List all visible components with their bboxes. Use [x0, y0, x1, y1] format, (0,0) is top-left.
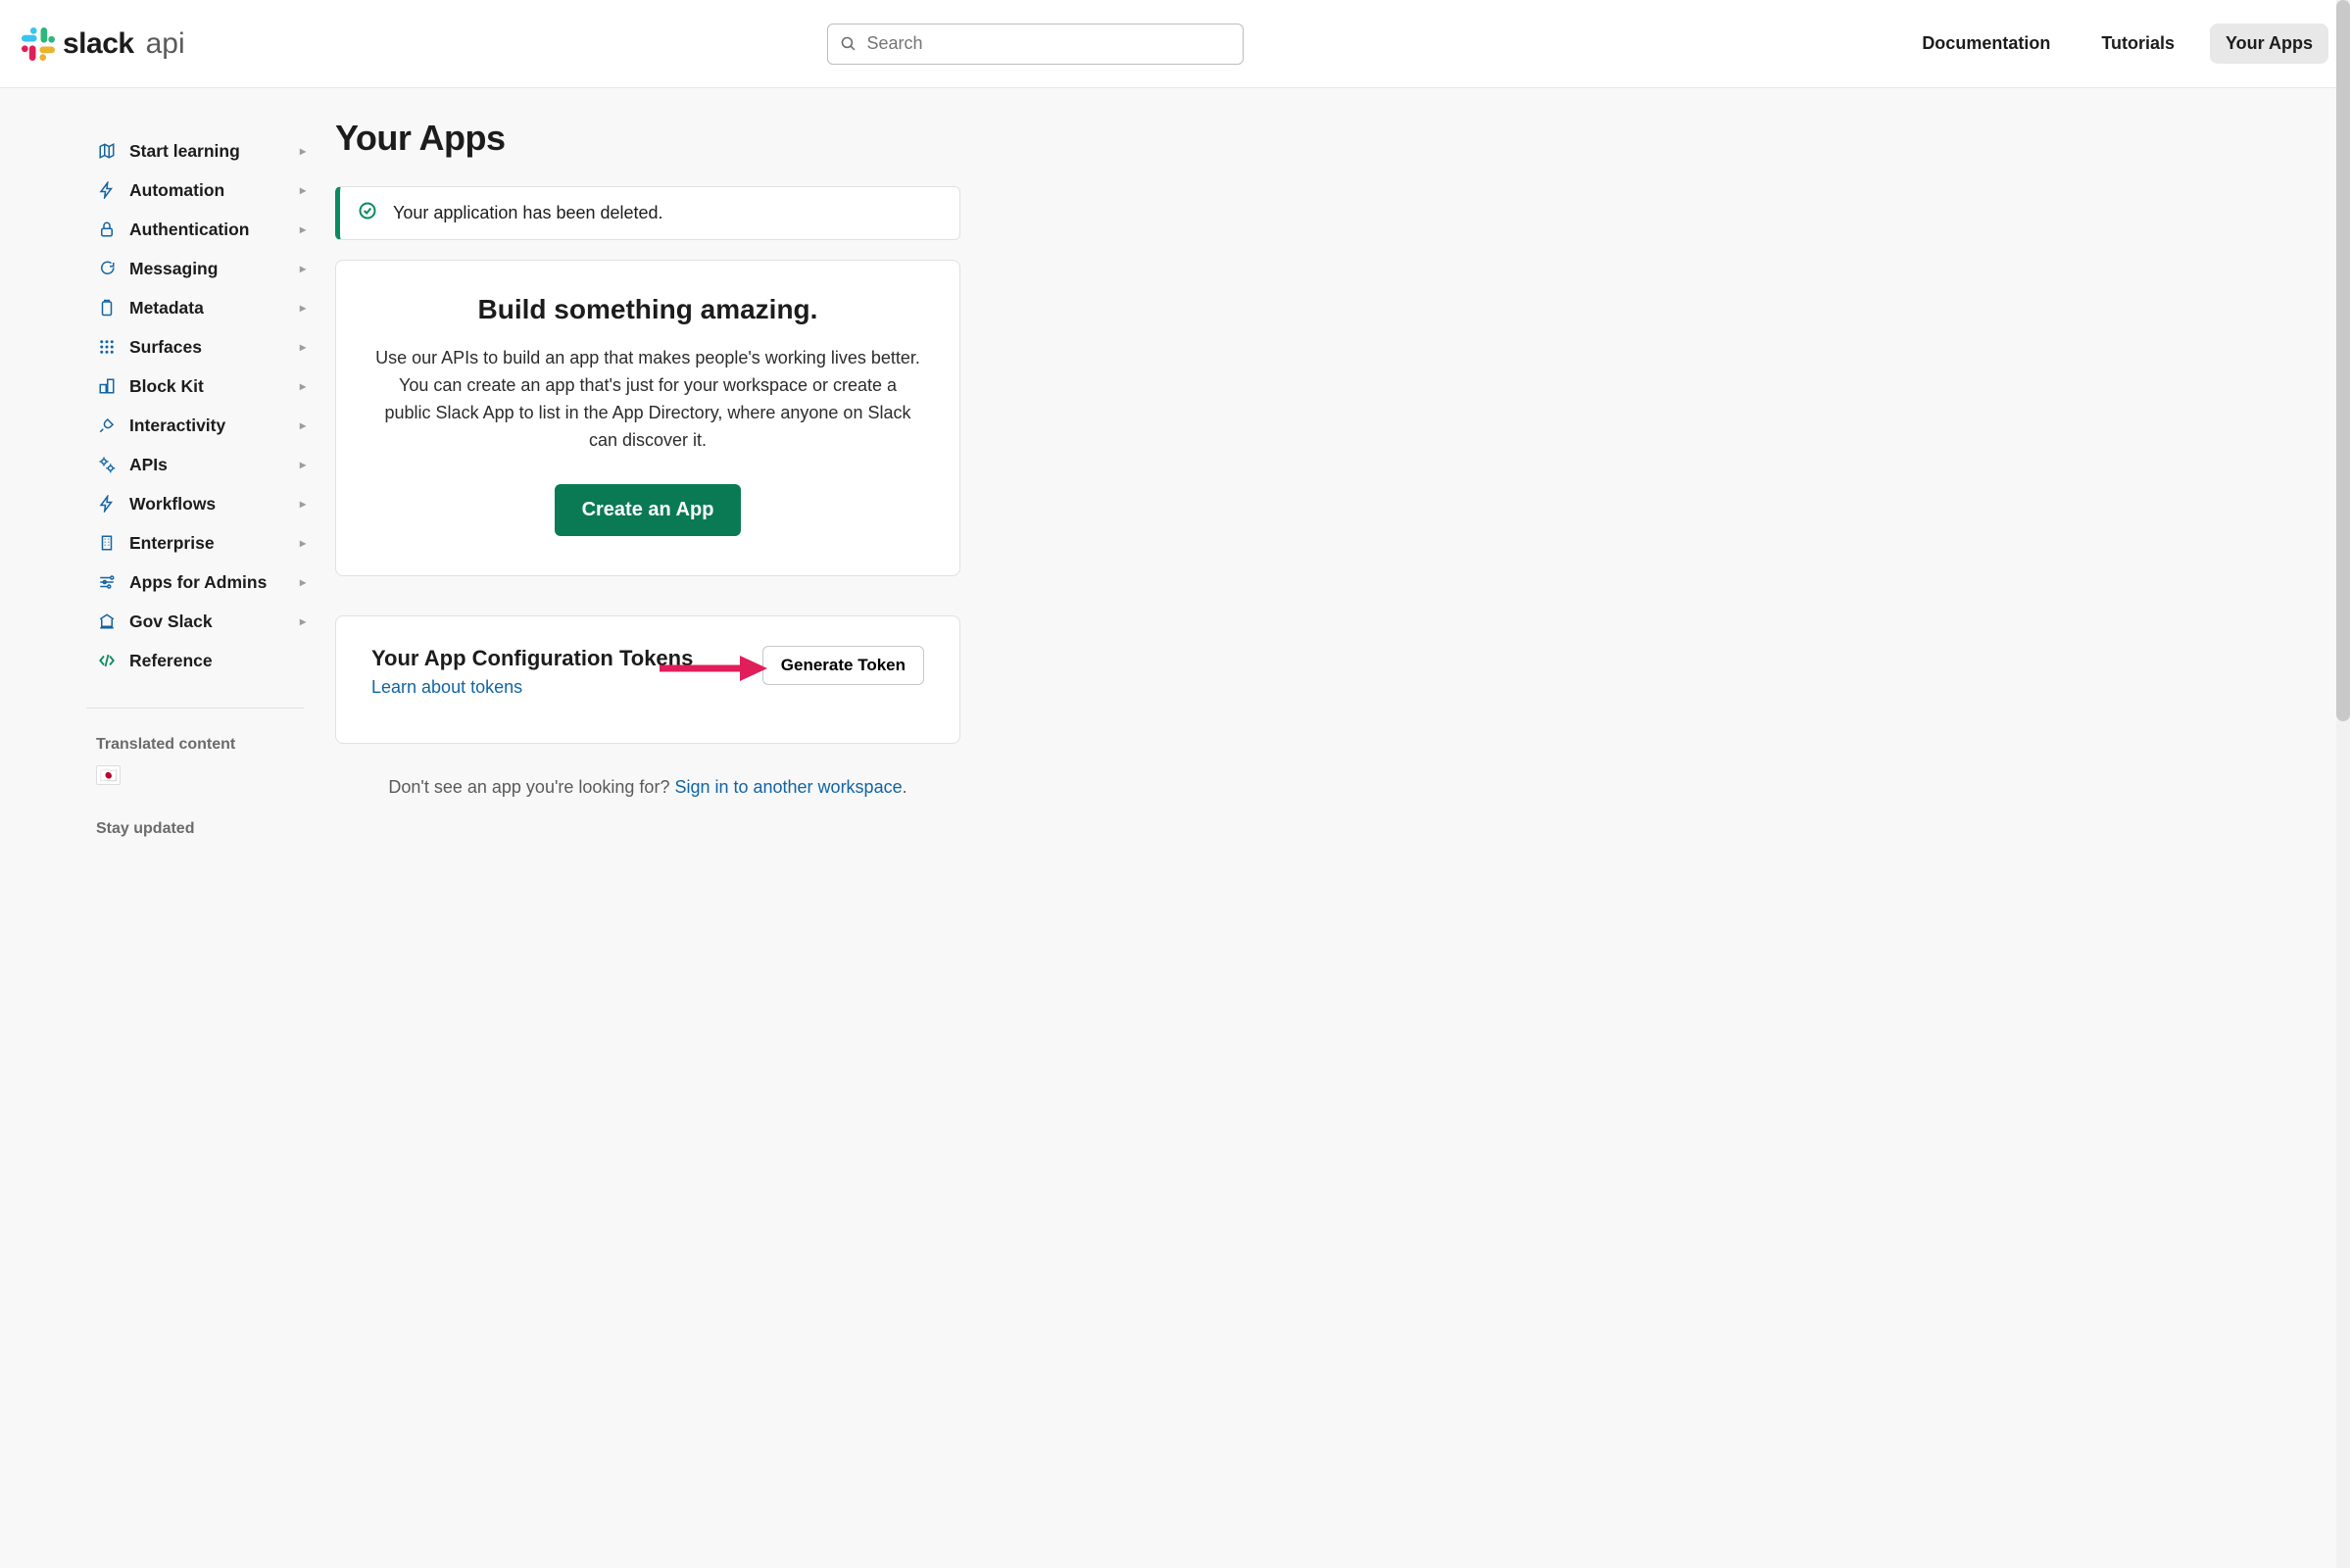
chevron-right-icon: ▸ [300, 144, 306, 158]
top-nav: Documentation Tutorials Your Apps [1906, 24, 2328, 64]
chevron-right-icon: ▸ [300, 183, 306, 197]
chevron-right-icon: ▸ [300, 497, 306, 511]
sidebar: Start learning ▸ Automation ▸ Authentica… [0, 88, 314, 891]
clipboard-icon [96, 299, 118, 317]
stay-updated-heading: Stay updated [96, 820, 314, 838]
chevron-right-icon: ▸ [300, 458, 306, 471]
chevron-right-icon: ▸ [300, 222, 306, 236]
sidebar-item-authentication[interactable]: Authentication ▸ [96, 210, 314, 249]
chevron-right-icon: ▸ [300, 575, 306, 589]
search-container [827, 24, 1244, 65]
gears-icon [96, 456, 118, 473]
hero-body: Use our APIs to build an app that makes … [375, 345, 920, 455]
footer-text-after: . [903, 777, 907, 797]
sidebar-item-automation[interactable]: Automation ▸ [96, 171, 314, 210]
chevron-right-icon: ▸ [300, 379, 306, 393]
chat-icon [96, 260, 118, 277]
brand-sub: api [146, 27, 185, 61]
bolt-icon [96, 181, 118, 199]
sidebar-item-apis[interactable]: APIs ▸ [96, 445, 314, 484]
search-icon [840, 35, 857, 52]
gov-icon [96, 612, 118, 630]
nav-documentation[interactable]: Documentation [1906, 24, 2066, 64]
search-input[interactable] [866, 33, 1231, 54]
search-box[interactable] [827, 24, 1244, 65]
sidebar-item-label: Authentication [129, 220, 250, 240]
check-circle-icon [358, 201, 377, 225]
sidebar-item-label: Reference [129, 651, 213, 671]
tokens-heading: Your App Configuration Tokens [371, 646, 693, 671]
hero-heading: Build something amazing. [375, 294, 920, 325]
locale-flag-jp[interactable]: 🇯🇵 [96, 765, 121, 785]
learn-about-tokens-link[interactable]: Learn about tokens [371, 677, 522, 697]
sidebar-item-block-kit[interactable]: Block Kit ▸ [96, 367, 314, 406]
nav-your-apps[interactable]: Your Apps [2210, 24, 2328, 64]
sidebar-item-label: Automation [129, 180, 224, 201]
sidebar-item-label: Apps for Admins [129, 572, 267, 593]
sidebar-item-label: Block Kit [129, 376, 204, 397]
chevron-right-icon: ▸ [300, 262, 306, 275]
chevron-right-icon: ▸ [300, 301, 306, 315]
chevron-right-icon: ▸ [300, 536, 306, 550]
sliders-icon [96, 573, 118, 591]
footer-line: Don't see an app you're looking for? Sig… [335, 777, 960, 798]
chevron-right-icon: ▸ [300, 340, 306, 354]
map-icon [96, 142, 118, 160]
chevron-right-icon: ▸ [300, 418, 306, 432]
brand[interactable]: slack api [22, 27, 185, 61]
sidebar-item-interactivity[interactable]: Interactivity ▸ [96, 406, 314, 445]
sidebar-item-label: Gov Slack [129, 612, 213, 632]
sidebar-item-enterprise[interactable]: Enterprise ▸ [96, 523, 314, 563]
sidebar-item-gov-slack[interactable]: Gov Slack ▸ [96, 602, 314, 641]
sidebar-item-label: Enterprise [129, 533, 215, 554]
nav-tutorials[interactable]: Tutorials [2085, 24, 2190, 64]
bolt-icon [96, 495, 118, 513]
alert-text: Your application has been deleted. [393, 203, 663, 223]
sidebar-item-label: Workflows [129, 494, 216, 514]
grid-icon [96, 338, 118, 356]
sidebar-divider [86, 708, 304, 709]
sidebar-item-label: Metadata [129, 298, 204, 318]
sidebar-item-label: Interactivity [129, 416, 225, 436]
tokens-card: Your App Configuration Tokens Learn abou… [335, 615, 960, 744]
sidebar-item-surfaces[interactable]: Surfaces ▸ [96, 327, 314, 367]
lock-icon [96, 220, 118, 238]
sidebar-item-apps-for-admins[interactable]: Apps for Admins ▸ [96, 563, 314, 602]
plug-icon [96, 416, 118, 434]
building-icon [96, 534, 118, 552]
translated-content-heading: Translated content [96, 736, 314, 754]
top-bar: slack api Documentation Tutorials Your A… [0, 0, 2350, 88]
blocks-icon [96, 377, 118, 395]
footer-text-before: Don't see an app you're looking for? [388, 777, 674, 797]
hero-card: Build something amazing. Use our APIs to… [335, 260, 960, 576]
sidebar-item-label: Surfaces [129, 337, 202, 358]
chevron-right-icon: ▸ [300, 614, 306, 628]
sign-in-other-workspace-link[interactable]: Sign in to another workspace [674, 777, 902, 797]
sidebar-item-label: APIs [129, 455, 168, 475]
brand-name: slack [63, 27, 134, 61]
sidebar-item-reference[interactable]: Reference [96, 641, 314, 680]
alert-success: Your application has been deleted. [335, 186, 960, 240]
create-app-button[interactable]: Create an App [555, 484, 742, 536]
sidebar-item-label: Messaging [129, 259, 218, 279]
sidebar-item-metadata[interactable]: Metadata ▸ [96, 288, 314, 327]
sidebar-item-label: Start learning [129, 141, 240, 162]
main-content: Your Apps Your application has been dele… [314, 88, 960, 891]
code-icon [96, 652, 118, 669]
page-title: Your Apps [335, 118, 960, 159]
sidebar-item-workflows[interactable]: Workflows ▸ [96, 484, 314, 523]
sidebar-item-start-learning[interactable]: Start learning ▸ [96, 131, 314, 171]
sidebar-item-messaging[interactable]: Messaging ▸ [96, 249, 314, 288]
scrollbar-thumb[interactable] [2336, 0, 2350, 721]
slack-logo-icon [22, 27, 55, 61]
generate-token-button[interactable]: Generate Token [762, 646, 924, 685]
